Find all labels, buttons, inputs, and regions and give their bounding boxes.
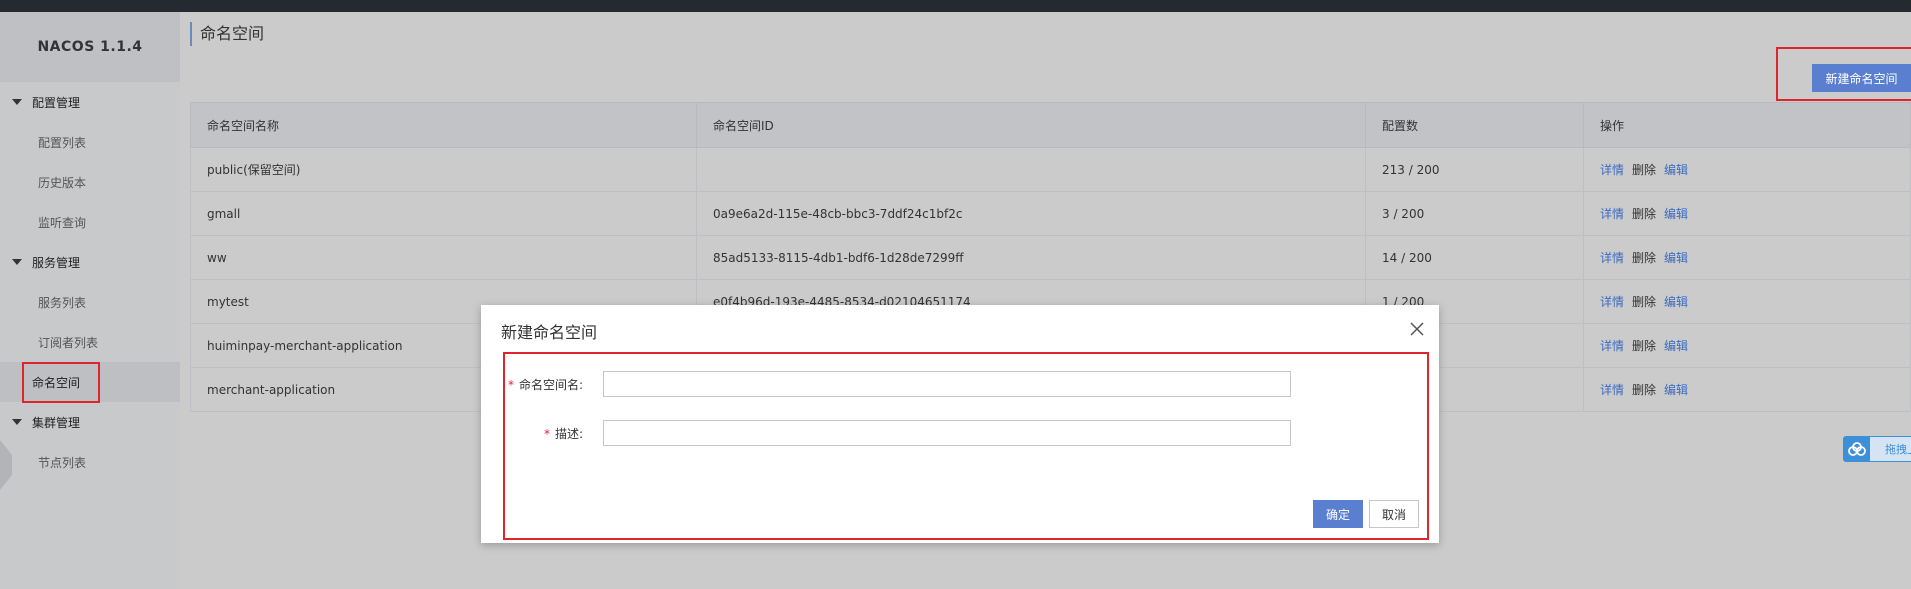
detail-link[interactable]: 详情 — [1600, 251, 1624, 265]
table-cell-actions: 详情 删除 编辑 — [1583, 367, 1911, 412]
nav-item-subscriber-list[interactable]: 订阅者列表 — [0, 322, 180, 362]
form-row-name: * 命名空间名: — [505, 370, 1291, 398]
dialog-form: * 命名空间名: * 描述: 确定 取消 — [503, 352, 1429, 540]
nav-group-label: 集群管理 — [32, 415, 81, 430]
column-header: 操作 — [1583, 102, 1911, 148]
table-cell-name: public(保留空间) — [190, 147, 697, 192]
nav-group-config[interactable]: 配置管理 — [0, 82, 180, 122]
edit-link[interactable]: 编辑 — [1664, 251, 1688, 265]
required-mark: * — [543, 426, 550, 441]
delete-link[interactable]: 删除 — [1632, 207, 1656, 221]
table-cell-count: 213 / 200 — [1365, 147, 1584, 192]
table-cell-id — [696, 147, 1366, 192]
field-label: * 描述: — [505, 425, 603, 442]
table-cell-name: gmall — [190, 191, 697, 236]
table-cell-count: 14 / 200 — [1365, 235, 1584, 280]
delete-link[interactable]: 删除 — [1632, 251, 1656, 265]
field-label-text: 描述: — [554, 426, 583, 441]
namespace-name-input[interactable] — [603, 371, 1291, 397]
nav-item-label: 节点列表 — [38, 455, 87, 470]
description-input[interactable] — [603, 420, 1291, 446]
table-cell-actions: 详情 删除 编辑 — [1583, 279, 1911, 324]
nav-group-label: 配置管理 — [32, 95, 81, 110]
table-row: ww 85ad5133-8115-4db1-bdf6-1d28de7299ff 14… — [190, 235, 1911, 280]
table-cell-id: 85ad5133-8115-4db1-bdf6-1d28de7299ff — [696, 235, 1366, 280]
table-row: public(保留空间) 213 / 200 详情 删除 编辑 — [190, 147, 1911, 192]
nav-item-node-list[interactable]: 节点列表 — [0, 442, 180, 482]
table-header-row: 命名空间名称 命名空间ID 配置数 操作 — [190, 102, 1911, 148]
detail-link[interactable]: 详情 — [1600, 163, 1624, 177]
nav-item-label: 配置列表 — [38, 135, 87, 150]
detail-link[interactable]: 详情 — [1600, 383, 1624, 397]
table-cell-actions: 详情 删除 编辑 — [1583, 147, 1911, 192]
nav-item-history[interactable]: 历史版本 — [0, 162, 180, 202]
upload-label: 拖拽上传 — [1885, 443, 1911, 456]
close-icon[interactable] — [1407, 319, 1427, 339]
new-namespace-dialog: 新建命名空间 * 命名空间名: * 描述: 确定 取消 — [481, 305, 1439, 543]
detail-link[interactable]: 详情 — [1600, 339, 1624, 353]
nav-item-label: 监听查询 — [38, 215, 87, 230]
detail-link[interactable]: 详情 — [1600, 207, 1624, 221]
column-header: 命名空间名称 — [190, 102, 697, 148]
drag-upload-button[interactable]: 拖拽上传 — [1843, 436, 1911, 462]
app-logo: NACOS 1.1.4 — [0, 12, 180, 82]
caret-down-icon — [12, 99, 22, 105]
caret-down-icon — [12, 259, 22, 265]
page-title: 命名空间 — [190, 22, 264, 46]
confirm-button[interactable]: 确定 — [1313, 500, 1363, 528]
nav-item-service-list[interactable]: 服务列表 — [0, 282, 180, 322]
delete-link[interactable]: 删除 — [1632, 163, 1656, 177]
nav-group-cluster[interactable]: 集群管理 — [0, 402, 180, 442]
table-cell-actions: 详情 删除 编辑 — [1583, 235, 1911, 280]
edit-link[interactable]: 编辑 — [1664, 295, 1688, 309]
edit-link[interactable]: 编辑 — [1664, 339, 1688, 353]
table-cell-name: ww — [190, 235, 697, 280]
field-label: * 命名空间名: — [505, 376, 603, 393]
column-header: 命名空间ID — [696, 102, 1366, 148]
edit-link[interactable]: 编辑 — [1664, 163, 1688, 177]
table-cell-actions: 详情 删除 编辑 — [1583, 323, 1911, 368]
nav-item-label: 服务列表 — [38, 295, 87, 310]
cancel-button[interactable]: 取消 — [1369, 500, 1419, 528]
dialog-title: 新建命名空间 — [501, 323, 598, 342]
nav-item-listener-query[interactable]: 监听查询 — [0, 202, 180, 242]
delete-link[interactable]: 删除 — [1632, 339, 1656, 353]
sidebar: NACOS 1.1.4 配置管理 配置列表 历史版本 监听查询 服务管理 服务列… — [0, 12, 180, 589]
table-cell-actions: 详情 删除 编辑 — [1583, 191, 1911, 236]
delete-link[interactable]: 删除 — [1632, 383, 1656, 397]
cloud-upload-icon — [1844, 437, 1870, 461]
required-mark: * — [507, 377, 514, 392]
table-cell-count: 3 / 200 — [1365, 191, 1584, 236]
caret-down-icon — [12, 419, 22, 425]
detail-link[interactable]: 详情 — [1600, 295, 1624, 309]
nav-item-label: 订阅者列表 — [38, 335, 99, 350]
form-row-desc: * 描述: — [505, 419, 1291, 447]
table-row: gmall 0a9e6a2d-115e-48cb-bbc3-7ddf24c1bf2… — [190, 191, 1911, 236]
table-cell-id: 0a9e6a2d-115e-48cb-bbc3-7ddf24c1bf2c — [696, 191, 1366, 236]
nav-group-service[interactable]: 服务管理 — [0, 242, 180, 282]
edit-link[interactable]: 编辑 — [1664, 207, 1688, 221]
column-header: 配置数 — [1365, 102, 1584, 148]
field-label-text: 命名空间名: — [518, 377, 583, 392]
delete-link[interactable]: 删除 — [1632, 295, 1656, 309]
nav-item-label: 历史版本 — [38, 175, 87, 190]
nav-item-config-list[interactable]: 配置列表 — [0, 122, 180, 162]
new-namespace-button[interactable]: 新建命名空间 — [1812, 64, 1911, 92]
nav-group-label: 服务管理 — [32, 255, 81, 270]
nav-item-namespace[interactable]: 命名空间 — [0, 361, 180, 403]
top-bar — [0, 0, 1911, 12]
edit-link[interactable]: 编辑 — [1664, 383, 1688, 397]
nav-item-label: 命名空间 — [22, 361, 101, 403]
